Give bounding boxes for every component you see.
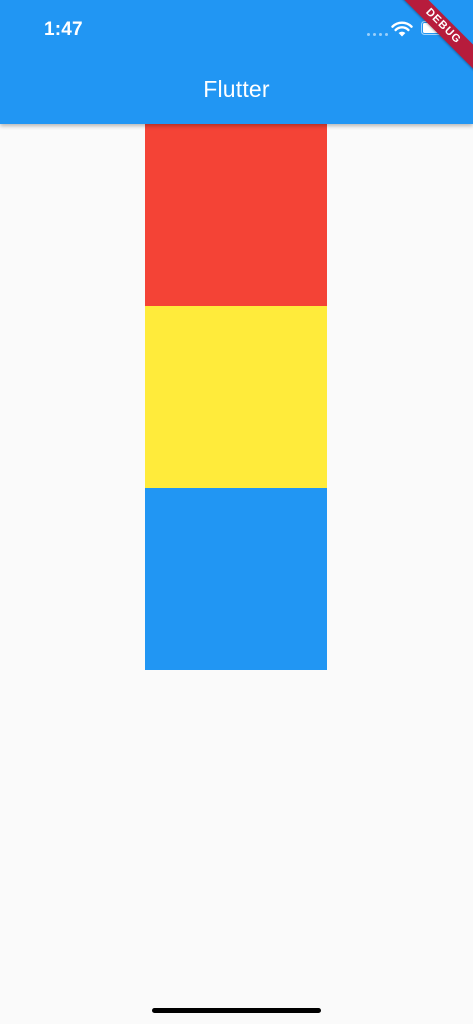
blue-box: [145, 488, 327, 670]
page-title: Flutter: [203, 76, 270, 102]
color-box-column: [145, 124, 327, 670]
home-indicator[interactable]: [152, 1008, 321, 1013]
status-time: 1:47: [44, 19, 83, 40]
cellular-signal-icon: [367, 33, 388, 36]
red-box: [145, 124, 327, 306]
debug-banner-label: DEBUG: [394, 0, 473, 75]
debug-banner: DEBUG: [393, 0, 473, 80]
yellow-box: [145, 306, 327, 488]
